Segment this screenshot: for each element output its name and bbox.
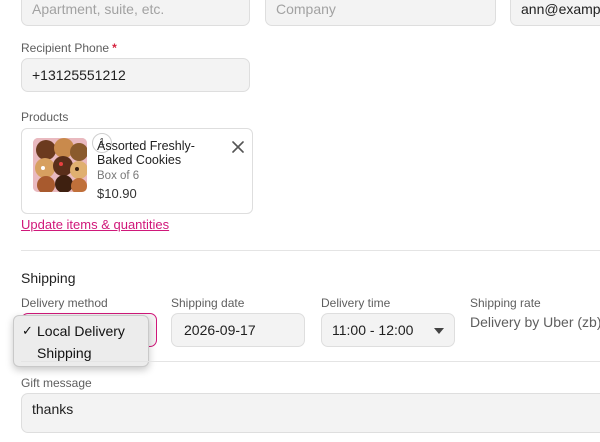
products-label: Products (21, 110, 69, 124)
shipping-rate-label: Shipping rate (470, 296, 541, 310)
section-divider (21, 361, 600, 362)
option-local-delivery[interactable]: ✓ Local Delivery (14, 320, 148, 342)
delivery-time-select[interactable]: 11:00 - 12:00 (321, 313, 455, 347)
option-label: Local Delivery (37, 323, 125, 339)
chevron-down-icon (434, 328, 444, 334)
delivery-method-dropdown: ✓ Local Delivery Shipping (13, 315, 149, 367)
company-input[interactable]: Company (265, 0, 496, 26)
email-input[interactable]: ann@exampl (510, 0, 600, 26)
product-price: $10.90 (97, 186, 137, 201)
required-mark: * (112, 41, 117, 55)
delivery-method-label: Delivery method (21, 296, 108, 310)
checkmark-icon: ✓ (22, 323, 33, 338)
shipping-rate-value: Delivery by Uber (zb) (470, 314, 600, 330)
product-card: 1 Assorted Freshly-Baked Cookies Box of … (21, 128, 253, 214)
delivery-time-label: Delivery time (321, 296, 391, 310)
apartment-input[interactable]: Apartment, suite, etc. (21, 0, 250, 26)
remove-product-button[interactable] (230, 136, 244, 153)
gift-message-label: Gift message (21, 376, 92, 390)
product-variant: Box of 6 (97, 170, 140, 182)
section-divider (21, 250, 600, 251)
gift-message-input[interactable]: thanks (21, 393, 600, 433)
shipping-date-input[interactable]: 2026-09-17 (171, 313, 305, 347)
update-items-link[interactable]: Update items & quantities (21, 217, 169, 232)
shipping-date-label: Shipping date (171, 296, 245, 310)
recipient-phone-label: Recipient Phone * (21, 41, 117, 55)
close-icon (232, 141, 244, 153)
product-name: Assorted Freshly-Baked Cookies (97, 139, 195, 167)
delivery-time-value: 11:00 - 12:00 (332, 322, 414, 338)
shipping-section-title: Shipping (21, 270, 76, 286)
recipient-phone-label-text: Recipient Phone (21, 41, 110, 55)
recipient-phone-input[interactable]: +13125551212 (21, 58, 250, 92)
option-label: Shipping (37, 345, 92, 361)
product-image (33, 138, 87, 192)
